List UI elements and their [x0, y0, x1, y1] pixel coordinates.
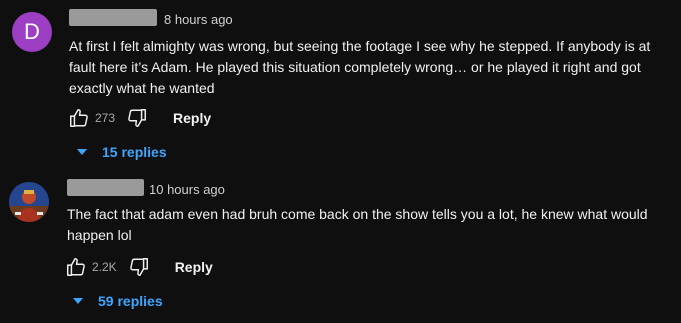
like-count: 2.2K — [92, 260, 117, 274]
view-replies-button[interactable]: 59 replies — [73, 293, 163, 309]
reply-button[interactable]: Reply — [175, 259, 213, 275]
replies-count-label: 59 replies — [98, 293, 163, 309]
thumbs-up-icon[interactable] — [64, 255, 88, 279]
comment-timestamp[interactable]: 10 hours ago — [149, 182, 225, 197]
like-count: 273 — [95, 111, 116, 125]
profile-photo-icon — [9, 182, 49, 222]
comment-actions: 273 Reply — [67, 106, 211, 130]
comment-thread-2: 10 hours ago The fact that adam even had… — [0, 170, 681, 323]
replies-count-label: 15 replies — [102, 144, 167, 160]
comment-text: The fact that adam even had bruh come ba… — [67, 206, 648, 243]
thumbs-up-icon[interactable] — [67, 106, 91, 130]
comment-timestamp[interactable]: 8 hours ago — [164, 12, 233, 27]
avatar[interactable]: D — [12, 12, 52, 52]
caret-down-icon — [77, 149, 87, 155]
reply-button[interactable]: Reply — [173, 110, 211, 126]
thumbs-down-icon[interactable] — [127, 255, 151, 279]
author-name-redacted[interactable] — [69, 9, 157, 26]
comment-actions: 2.2K Reply — [64, 255, 213, 279]
view-replies-button[interactable]: 15 replies — [77, 144, 167, 160]
author-name-redacted[interactable] — [67, 179, 144, 196]
caret-down-icon — [73, 298, 83, 304]
avatar[interactable] — [9, 182, 49, 222]
comment-text: At first I felt almighty was wrong, but … — [69, 38, 651, 96]
thumbs-down-icon[interactable] — [125, 106, 149, 130]
comment-thread-1: D 8 hours ago At first I felt almighty w… — [0, 0, 681, 170]
